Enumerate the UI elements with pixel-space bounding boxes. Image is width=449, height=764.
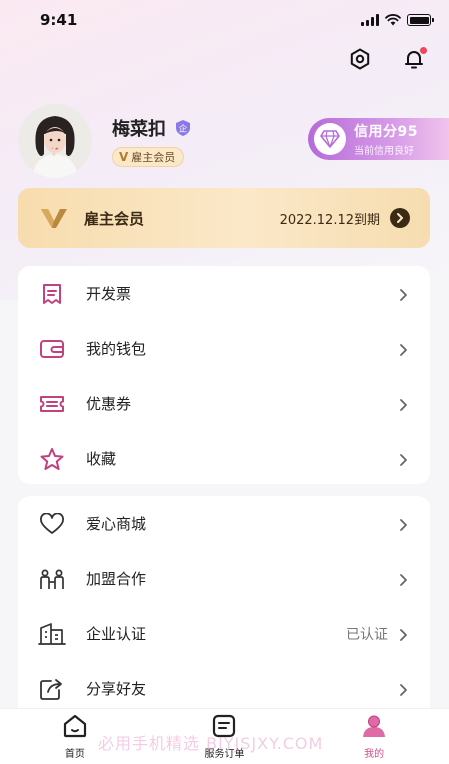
invoice-icon xyxy=(38,280,66,308)
menu-label: 分享好友 xyxy=(86,680,147,698)
status-time: 9:41 xyxy=(40,11,78,29)
wifi-icon xyxy=(385,11,401,30)
menu-item-coupon[interactable]: 优惠券 xyxy=(18,376,430,431)
notification-dot xyxy=(420,47,427,54)
avatar[interactable] xyxy=(18,104,92,178)
menu-label: 开发票 xyxy=(86,285,132,303)
menu-label: 优惠券 xyxy=(86,395,132,413)
vip-expire-date: 2022.12.12到期 xyxy=(279,212,380,228)
partner-icon xyxy=(38,565,66,593)
vip-card[interactable]: 雇主会员 2022.12.12到期 xyxy=(18,188,430,248)
menu-label: 企业认证 xyxy=(86,625,147,643)
chevron-right-icon xyxy=(398,682,408,696)
tab-label: 服务订单 xyxy=(204,748,245,760)
coupon-icon xyxy=(38,390,66,418)
star-icon xyxy=(38,445,66,473)
svg-text:企: 企 xyxy=(179,124,188,135)
chevron-right-icon xyxy=(390,208,410,228)
tab-mine[interactable]: 我的 xyxy=(324,714,424,760)
member-tag-v-icon: V xyxy=(119,150,129,164)
menu-item-charity-mall[interactable]: 爱心商城 xyxy=(18,496,430,551)
notification-button[interactable] xyxy=(401,47,427,74)
settings-icon xyxy=(348,47,372,75)
wallet-icon xyxy=(38,335,66,363)
credit-desc: 当前信用良好 xyxy=(354,146,414,157)
share-icon xyxy=(38,675,66,703)
chevron-right-icon xyxy=(398,397,408,411)
verification-status: 已认证 xyxy=(346,626,388,643)
name-row: 梅菜扣 企 xyxy=(112,115,192,141)
tab-label: 首页 xyxy=(64,748,85,760)
menu-label: 我的钱包 xyxy=(86,340,147,358)
top-actions xyxy=(347,47,427,74)
status-bar: 9:41 xyxy=(0,0,449,40)
menu-card-account: 开发票 我的钱包 优惠券 收藏 xyxy=(18,266,430,484)
building-icon xyxy=(38,620,66,648)
credit-text: 信用分95 当前信用良好 xyxy=(354,121,418,157)
menu-card-services: 爱心商城 加盟合作 企业认证 已认证 分享好友 xyxy=(18,496,430,726)
menu-item-favorites[interactable]: 收藏 xyxy=(18,431,430,486)
menu-label: 爱心商城 xyxy=(86,515,147,533)
tab-label: 我的 xyxy=(364,748,385,760)
home-icon xyxy=(62,714,88,742)
profile-icon xyxy=(361,714,387,742)
profile-section: 梅菜扣 企 V 雇主会员 xyxy=(18,104,192,178)
chevron-right-icon xyxy=(398,572,408,586)
vip-title: 雇主会员 xyxy=(84,209,145,228)
member-tag-label: 雇主会员 xyxy=(131,151,176,164)
menu-label: 收藏 xyxy=(86,450,117,468)
chevron-right-icon xyxy=(398,452,408,466)
signal-icon xyxy=(361,14,379,26)
credit-score-button[interactable]: 信用分95 当前信用良好 xyxy=(308,118,449,160)
diamond-icon xyxy=(314,123,346,155)
tab-service-orders[interactable]: 服务订单 xyxy=(174,714,274,760)
menu-item-wallet[interactable]: 我的钱包 xyxy=(18,321,430,376)
menu-item-enterprise-verification[interactable]: 企业认证 已认证 xyxy=(18,606,430,661)
menu-item-invoice[interactable]: 开发票 xyxy=(18,266,430,321)
order-icon xyxy=(211,714,237,742)
user-name: 梅菜扣 xyxy=(112,119,166,140)
profile-info: 梅菜扣 企 V 雇主会员 xyxy=(112,115,192,167)
tab-home[interactable]: 首页 xyxy=(25,714,125,760)
menu-item-partnership[interactable]: 加盟合作 xyxy=(18,551,430,606)
member-tag: V 雇主会员 xyxy=(112,147,185,167)
chevron-right-icon xyxy=(398,627,408,641)
enterprise-badge-icon: 企 xyxy=(174,119,192,137)
battery-icon xyxy=(407,14,434,26)
credit-score: 信用分95 xyxy=(354,124,418,140)
chevron-right-icon xyxy=(398,342,408,356)
status-icons xyxy=(361,11,434,30)
menu-label: 加盟合作 xyxy=(86,570,147,588)
bottom-tab-bar: 首页 服务订单 我的 xyxy=(0,708,449,764)
chevron-right-icon xyxy=(398,287,408,301)
heart-icon xyxy=(38,510,66,538)
vip-logo-icon xyxy=(40,207,68,229)
chevron-right-icon xyxy=(398,517,408,531)
settings-button[interactable] xyxy=(347,48,373,74)
